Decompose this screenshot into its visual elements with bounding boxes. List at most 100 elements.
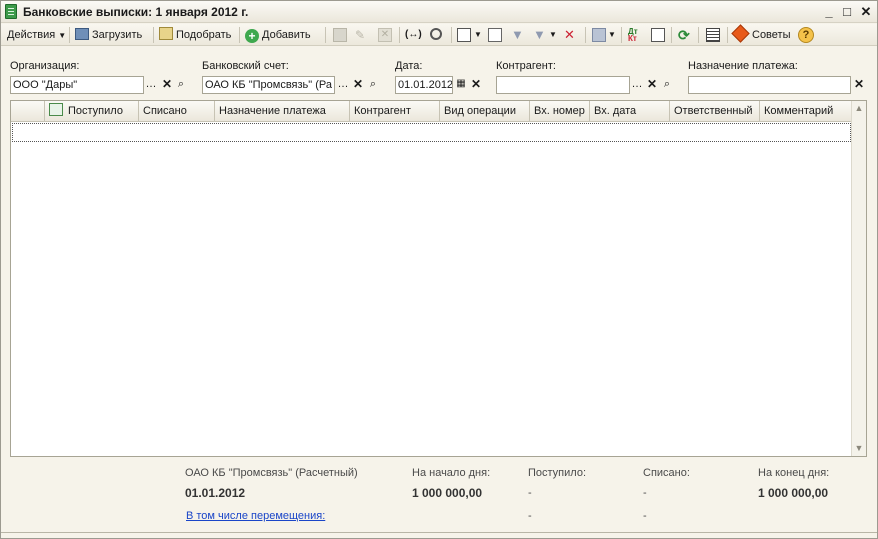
pick-label: Подобрать [176, 29, 232, 41]
column-header-operation-type[interactable]: Вид операции [440, 101, 530, 122]
close-button[interactable]: ✕ [858, 4, 874, 20]
statements-table[interactable]: Поступило Списано Назначение платежа Кон… [10, 100, 867, 457]
report-icon[interactable] [651, 28, 665, 42]
incoming-value: - [528, 487, 532, 499]
interval-icon[interactable]: (↔) [405, 28, 422, 42]
columns-icon[interactable] [706, 28, 720, 42]
window-title: Банковские выписки: 1 января 2012 г. [23, 5, 249, 19]
organization-clear-icon[interactable]: ✕ [160, 76, 174, 94]
counterparty-clear-icon[interactable]: ✕ [645, 76, 659, 94]
transfers-incoming-value: - [528, 510, 532, 522]
add-button[interactable]: + Добавить [245, 27, 311, 43]
incoming-label: Поступило: [528, 467, 587, 479]
organization-field[interactable]: ООО "Дары" [10, 76, 144, 94]
load-button[interactable]: Загрузить [75, 27, 142, 43]
toolbar-divider [671, 27, 672, 43]
edit-icon[interactable]: ✎ [355, 28, 369, 42]
filter-list-icon[interactable]: ▼ [533, 28, 547, 42]
dt-kt-icon[interactable]: Дт Кт [628, 28, 642, 43]
bank-statements-window: Банковские выписки: 1 января 2012 г. _ □… [0, 0, 878, 539]
refresh-icon[interactable]: ⟳ [678, 28, 692, 42]
purpose-clear-icon[interactable]: ✕ [852, 76, 866, 94]
actions-label: Действия [7, 29, 56, 41]
document-icon [5, 4, 17, 19]
bank-account-field[interactable]: ОАО КБ "Промсвязь" (Ра [202, 76, 335, 94]
organization-label: Организация: [10, 60, 80, 72]
sort-icon[interactable] [457, 28, 471, 42]
date-field[interactable]: 01.01.2012 [395, 76, 453, 94]
chevron-down-icon: ▼ [58, 31, 67, 40]
bank-account-search-icon[interactable]: ⌕ [366, 76, 380, 94]
transfers-link[interactable]: В том числе перемещения: [186, 510, 325, 522]
minimize-button[interactable]: _ [821, 4, 837, 20]
help-icon[interactable]: ? [798, 27, 814, 43]
pick-icon [159, 27, 173, 40]
counterparty-field[interactable] [496, 76, 630, 94]
start-balance-value: 1 000 000,00 [412, 486, 483, 500]
delete-icon[interactable]: ✕ [378, 28, 392, 42]
search-icon[interactable] [430, 28, 442, 40]
chevron-down-icon[interactable]: ▼ [474, 27, 482, 43]
footer-date: 01.01.2012 [185, 486, 246, 500]
chevron-down-icon[interactable]: ▼ [608, 27, 616, 43]
column-header-incoming[interactable]: Поступило [45, 101, 139, 122]
purpose-field[interactable] [688, 76, 851, 94]
document-status-icon [49, 103, 63, 116]
counterparty-search-icon[interactable]: ⌕ [660, 76, 674, 94]
table-row[interactable] [12, 123, 851, 142]
organization-select-button[interactable]: … [144, 76, 158, 94]
toolbar-divider [153, 27, 154, 43]
column-header-in-date[interactable]: Вх. дата [590, 101, 670, 122]
maximize-button[interactable]: □ [839, 4, 855, 20]
load-icon [75, 28, 89, 40]
toolbar-divider [239, 27, 240, 43]
end-balance-label: На конец дня: [758, 467, 830, 479]
scroll-down-icon[interactable]: ▼ [852, 441, 866, 456]
column-header-purpose[interactable]: Назначение платежа [215, 101, 350, 122]
column-header-comment[interactable]: Комментарий [760, 101, 852, 122]
copy-icon[interactable] [333, 28, 347, 42]
counterparty-label: Контрагент: [496, 60, 556, 72]
column-header-responsible[interactable]: Ответственный [670, 101, 760, 122]
filter-icon[interactable]: ▼ [511, 28, 525, 42]
outgoing-label: Списано: [643, 467, 690, 479]
tips-icon [731, 24, 750, 43]
scroll-up-icon[interactable]: ▲ [852, 101, 866, 116]
add-icon: + [245, 29, 259, 43]
tips-button[interactable]: Советы [731, 24, 790, 43]
organization-search-icon[interactable]: ⌕ [174, 76, 188, 94]
column-header-in-number[interactable]: Вх. номер [530, 101, 590, 122]
calendar-icon[interactable]: ▦ [454, 76, 468, 94]
column-header-outgoing[interactable]: Списано [139, 101, 215, 122]
chevron-down-icon[interactable]: ▼ [549, 27, 557, 43]
bank-account-clear-icon[interactable]: ✕ [351, 76, 365, 94]
date-label: Дата: [395, 60, 423, 72]
column-header-label: Поступило [68, 105, 123, 117]
sort-list-icon[interactable] [488, 28, 502, 42]
print-icon[interactable] [592, 28, 606, 42]
toolbar-divider [325, 27, 326, 43]
counterparty-select-button[interactable]: … [630, 76, 644, 94]
toolbar-divider [727, 27, 728, 43]
toolbar-divider [399, 27, 400, 43]
start-balance-label: На начало дня: [412, 467, 491, 479]
column-header-marker[interactable] [11, 101, 45, 122]
vertical-scrollbar[interactable]: ▲ ▼ [851, 101, 866, 456]
toolbar-divider [585, 27, 586, 43]
load-label: Загрузить [92, 29, 143, 41]
footer-account: ОАО КБ "Промсвязь" (Расчетный) [185, 467, 358, 479]
bank-account-label: Банковский счет: [202, 60, 289, 72]
pick-button[interactable]: Подобрать [159, 27, 231, 43]
bank-account-select-button[interactable]: … [336, 76, 350, 94]
toolbar-divider [621, 27, 622, 43]
toolbar-divider [451, 27, 452, 43]
title-bar: Банковские выписки: 1 января 2012 г. _ □… [1, 1, 877, 23]
date-clear-icon[interactable]: ✕ [469, 76, 483, 94]
clear-filter-icon[interactable]: ✕ [564, 28, 578, 42]
toolbar: Действия ▼ Загрузить Подобрать + Добавить… [1, 24, 877, 46]
toolbar-divider [69, 27, 70, 43]
actions-menu[interactable]: Действия ▼ [7, 27, 66, 43]
window-bottom-divider [1, 532, 877, 533]
column-header-counterparty[interactable]: Контрагент [350, 101, 440, 122]
outgoing-value: - [643, 487, 647, 499]
